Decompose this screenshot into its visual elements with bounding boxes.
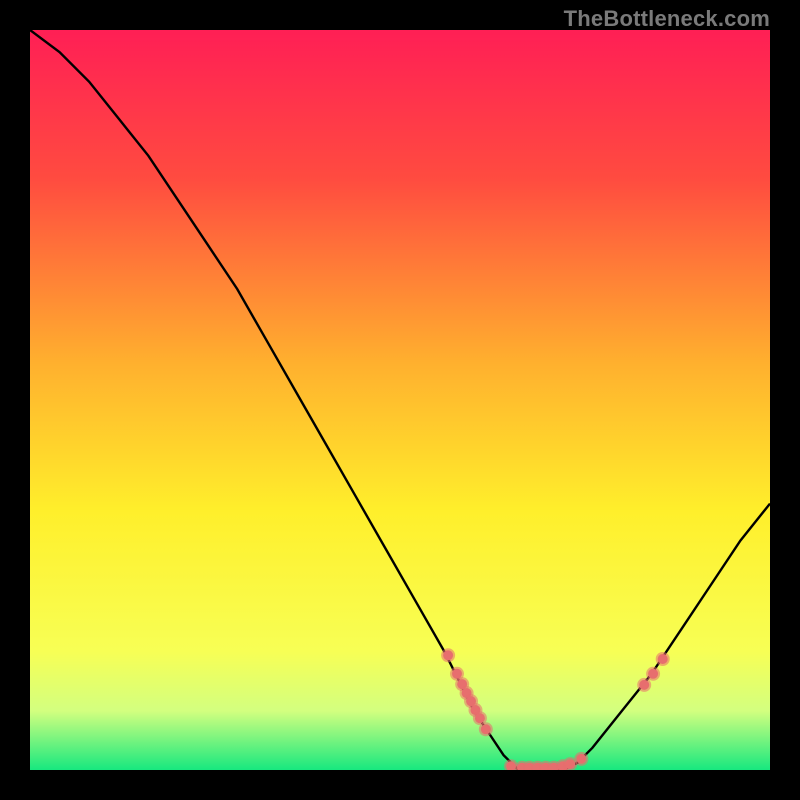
chart-svg (30, 30, 770, 770)
watermark-text: TheBottleneck.com (564, 6, 770, 32)
chart-container: TheBottleneck.com (0, 0, 800, 800)
plot-area (30, 30, 770, 770)
